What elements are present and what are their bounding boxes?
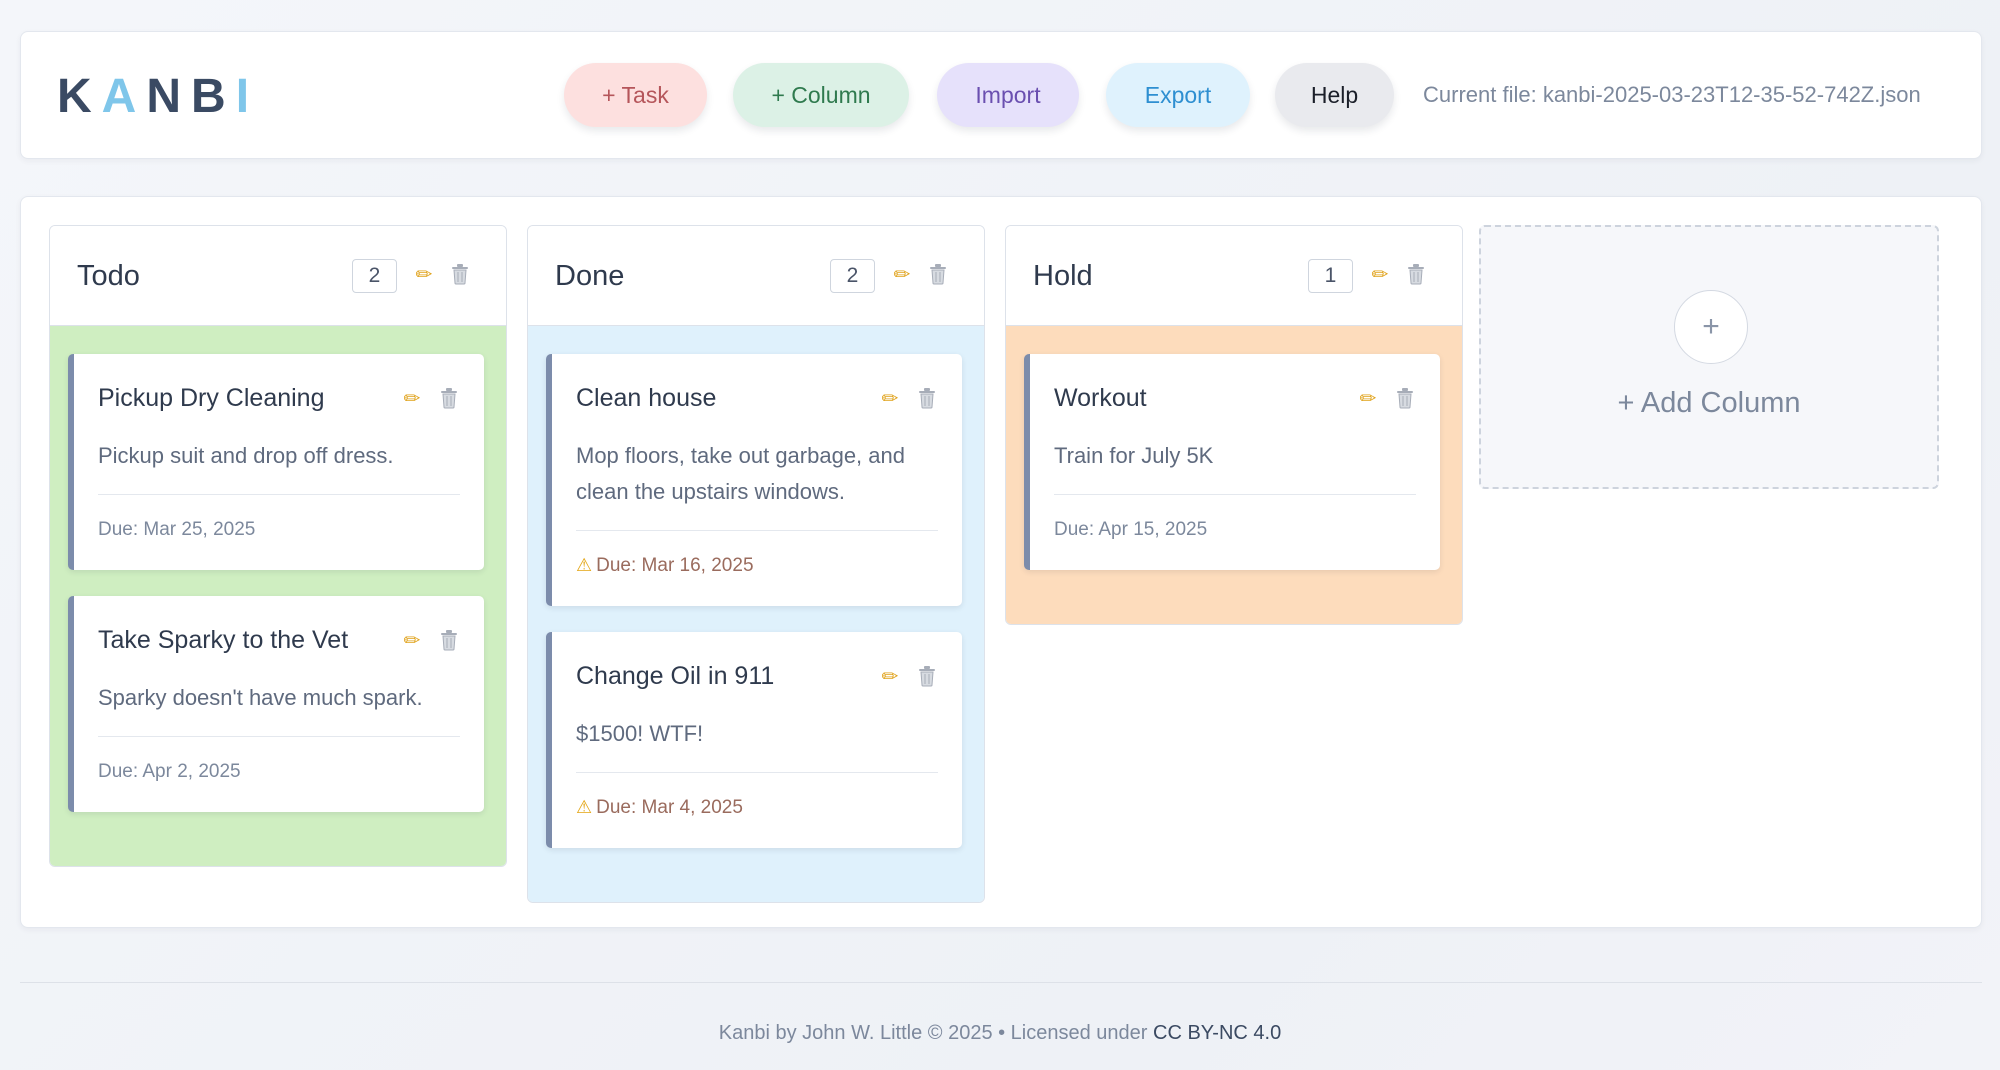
pencil-icon[interactable]: ✏ — [1366, 260, 1394, 288]
pencil-icon[interactable]: ✏ — [888, 260, 916, 288]
card-divider — [98, 736, 460, 737]
add-task-button[interactable]: + Task — [564, 63, 707, 127]
trash-icon[interactable] — [1391, 384, 1419, 412]
footer: Kanbi by John W. Little © 2025 • License… — [0, 1022, 2000, 1045]
logo-letter: A — [101, 69, 147, 123]
current-file-label: Current file: kanbi-2025-03-23T12-35-52-… — [1423, 82, 1921, 107]
help-button[interactable]: Help — [1275, 63, 1394, 127]
warning-icon: ⚠ — [576, 797, 593, 817]
due-date: Due: Apr 2, 2025 — [98, 761, 241, 783]
task-card[interactable]: Pickup Dry Cleaning ✏ Pickup suit and drop… — [68, 354, 484, 570]
task-count-badge: 2 — [830, 259, 875, 293]
license-link[interactable]: CC BY-NC 4.0 — [1153, 1022, 1281, 1044]
pencil-icon[interactable]: ✏ — [398, 626, 426, 654]
pencil-icon[interactable]: ✏ — [876, 662, 904, 690]
export-button[interactable]: Export — [1106, 63, 1250, 127]
task-card[interactable]: Take Sparky to the Vet ✏ Sparky doesn't ha… — [68, 596, 484, 812]
task-card[interactable]: Workout ✏ Train for July 5K Due: Apr 15, 20… — [1024, 354, 1440, 570]
column-header: Todo 2 ✏ — [50, 226, 506, 326]
kanban-board: + + Add Column Todo 2 ✏ Pickup Dry Cleaning… — [20, 196, 1982, 928]
due-date-text: Due: Mar 16, 2025 — [596, 555, 754, 576]
trash-icon[interactable] — [446, 260, 474, 288]
trash-icon[interactable] — [924, 260, 952, 288]
due-date: ⚠ Due: Mar 4, 2025 — [576, 797, 743, 819]
column-header: Hold 1 ✏ — [1006, 226, 1462, 326]
task-count-badge: 1 — [1308, 259, 1353, 293]
logo-letter: B — [191, 69, 236, 123]
column-body: Pickup Dry Cleaning ✏ Pickup suit and drop… — [50, 326, 506, 866]
trash-icon[interactable] — [1402, 260, 1430, 288]
card-divider — [98, 494, 460, 495]
footer-text: Kanbi by John W. Little © 2025 • License… — [718, 1022, 1148, 1044]
column-title: Todo — [77, 260, 140, 292]
task-description: $1500! WTF! — [576, 721, 704, 746]
column-header: Done 2 ✏ — [528, 226, 984, 326]
due-date-text: Due: Apr 2, 2025 — [98, 761, 241, 782]
task-card[interactable]: Change Oil in 911 ✏ $1500! WTF! ⚠ Due: Mar 4… — [546, 632, 962, 848]
task-description: Train for July 5K — [1054, 443, 1214, 468]
add-column-label[interactable]: + Add Column — [1481, 387, 1937, 420]
due-date: Due: Mar 25, 2025 — [98, 519, 255, 541]
logo-letter: I — [235, 69, 260, 123]
due-date: Due: Apr 15, 2025 — [1054, 519, 1207, 541]
task-count-badge: 2 — [352, 259, 397, 293]
pencil-icon[interactable]: ✏ — [398, 384, 426, 412]
footer-divider — [20, 982, 1982, 983]
column-title: Done — [555, 260, 625, 292]
task-description: Mop floors, take out garbage, and clean … — [576, 443, 905, 504]
trash-icon[interactable] — [913, 384, 941, 412]
task-title: Take Sparky to the Vet — [98, 626, 349, 654]
task-description: Sparky doesn't have much spark. — [98, 685, 423, 710]
task-title: Change Oil in 911 — [576, 662, 775, 690]
add-column-placeholder[interactable]: + + Add Column — [1479, 225, 1939, 489]
add-column-button[interactable]: + Column — [733, 63, 909, 127]
card-divider — [576, 772, 938, 773]
trash-icon[interactable] — [913, 662, 941, 690]
import-button[interactable]: Import — [937, 63, 1079, 127]
warning-icon: ⚠ — [576, 555, 593, 575]
due-date-text: Due: Mar 4, 2025 — [596, 797, 743, 818]
column-body: Clean house ✏ Mop floors, take out garbage… — [528, 326, 984, 902]
task-title: Pickup Dry Cleaning — [98, 384, 325, 412]
pencil-icon[interactable]: ✏ — [1354, 384, 1382, 412]
task-title: Workout — [1054, 384, 1147, 412]
pencil-icon[interactable]: ✏ — [876, 384, 904, 412]
card-divider — [576, 530, 938, 531]
trash-icon[interactable] — [435, 384, 463, 412]
column-title: Hold — [1033, 260, 1093, 292]
task-title: Clean house — [576, 384, 717, 412]
card-divider — [1054, 494, 1416, 495]
task-description: Pickup suit and drop off dress. — [98, 443, 394, 468]
app-logo: K A N B I — [57, 68, 259, 124]
logo-letter: K — [57, 69, 102, 123]
column-todo: Todo 2 ✏ Pickup Dry Cleaning ✏ Pickup suit an… — [49, 225, 507, 867]
plus-icon[interactable]: + — [1674, 290, 1748, 364]
column-hold: Hold 1 ✏ Workout ✏ Train for July 5K Due: Apr … — [1005, 225, 1463, 625]
due-date: ⚠ Due: Mar 16, 2025 — [576, 555, 754, 577]
column-done: Done 2 ✏ Clean house ✏ Mop floors, take out g… — [527, 225, 985, 903]
logo-letter: N — [146, 69, 192, 123]
trash-icon[interactable] — [435, 626, 463, 654]
due-date-text: Due: Mar 25, 2025 — [98, 519, 256, 540]
task-card[interactable]: Clean house ✏ Mop floors, take out garbage… — [546, 354, 962, 606]
column-body: Workout ✏ Train for July 5K Due: Apr 15, 20… — [1006, 326, 1462, 624]
pencil-icon[interactable]: ✏ — [410, 260, 438, 288]
app-header: K A N B I + Task + Column Import Export … — [20, 31, 1982, 159]
due-date-text: Due: Apr 15, 2025 — [1054, 519, 1208, 540]
